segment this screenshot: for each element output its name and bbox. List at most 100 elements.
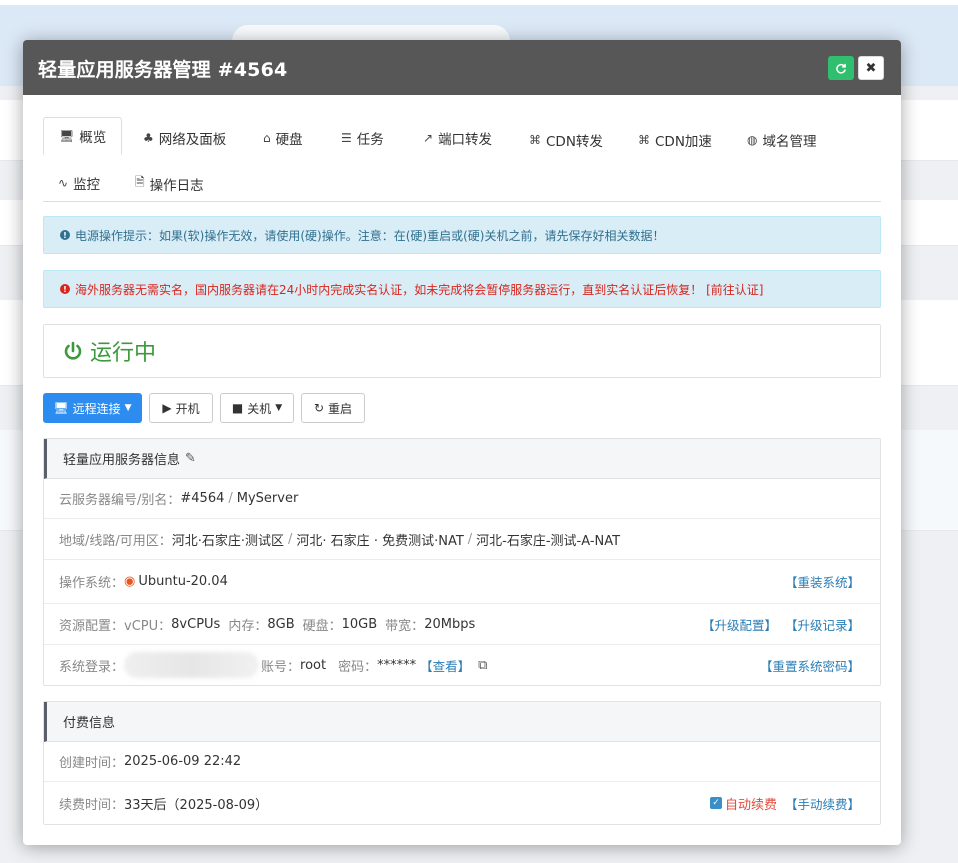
billing-panel: 付费信息 创建时间： 2025-06-09 22:42 续费时间： 33天后（2… xyxy=(43,701,881,825)
remote-label: 远程连接 xyxy=(72,401,121,416)
view-password-link[interactable]: 【查看】 xyxy=(420,656,470,675)
os-row: 操作系统： ◉ Ubuntu-20.04 【重装系统】 xyxy=(44,560,880,604)
reboot-button[interactable]: ↻ 重启 xyxy=(301,393,365,423)
auto-renew-checkbox[interactable]: ✓ 自动续费 xyxy=(709,794,777,813)
tab-cdn-forward[interactable]: ⌘ CDN转发 xyxy=(529,130,603,150)
desktop-icon: 🖥 xyxy=(59,129,75,143)
edit-icon[interactable]: ✎ xyxy=(185,451,196,466)
login-label: 系统登录： xyxy=(59,659,125,675)
tab-bar: 🖥 概览 ♣ 网络及面板 ⌂ 硬盘 ☰ 任务 ↗ 端口转发 ⌘ CDN转发 ⌘ … xyxy=(43,117,881,202)
created-row: 创建时间： 2025-06-09 22:42 xyxy=(44,742,880,782)
tab-cdn-accelerate[interactable]: ⌘ CDN加速 xyxy=(638,130,712,150)
tab-label: 端口转发 xyxy=(438,132,493,148)
mem-label: 内存： xyxy=(228,618,268,634)
command-icon: ⌘ xyxy=(638,133,650,147)
disk-label: 硬盘： xyxy=(302,618,342,634)
tab-label: 概览 xyxy=(79,130,107,146)
resource-label: 资源配置： xyxy=(59,618,125,634)
password-label: 密码： xyxy=(338,659,378,675)
refresh-icon xyxy=(836,63,846,74)
tab-label: CDN加速 xyxy=(655,134,712,150)
auto-renew-label: 自动续费 xyxy=(724,797,777,813)
realname-alert-text[interactable]: 海外服务器无需实名，国内服务器请在24小时内完成实名认证，如未完成将会暂停服务器… xyxy=(75,281,763,298)
desktop-icon: 🖥 xyxy=(53,401,69,415)
close-button[interactable]: ✖ xyxy=(858,56,884,80)
server-id-value: #4564 xyxy=(180,491,225,506)
refresh-button[interactable] xyxy=(828,56,854,80)
tab-network-panel[interactable]: ♣ 网络及面板 xyxy=(143,128,226,148)
tab-port-forward[interactable]: ↗ 端口转发 xyxy=(423,128,492,148)
reset-password-link[interactable]: 【重置系统密码】 xyxy=(760,656,860,675)
server-alias: MyServer xyxy=(236,491,299,506)
modal-header: 轻量应用服务器管理 #4564 ✖ xyxy=(23,40,901,95)
caret-down-icon: ▼ xyxy=(275,403,283,413)
upgrade-record-link[interactable]: 【升级记录】 xyxy=(785,615,860,634)
info-icon: ! xyxy=(60,230,70,240)
tab-label: 域名管理 xyxy=(762,134,817,150)
check-icon: ✓ xyxy=(709,797,722,809)
tab-tasks[interactable]: ☰ 任务 xyxy=(341,128,384,148)
mem-value: 8GB xyxy=(267,616,295,632)
created-label: 创建时间： xyxy=(59,756,125,771)
created-value: 2025-06-09 22:42 xyxy=(124,754,242,769)
info-icon: ! xyxy=(60,284,70,294)
start-button[interactable]: ▶ 开机 xyxy=(149,393,213,423)
os-label: 操作系统： xyxy=(59,576,125,591)
stop-icon: ■ xyxy=(231,401,244,415)
shutdown-label: 关机 xyxy=(247,401,272,416)
pulse-icon: ∿ xyxy=(58,176,69,190)
server-id-label: 云服务器编号/别名： xyxy=(59,493,181,508)
hdd-icon: ⌂ xyxy=(263,131,271,145)
tasks-icon: ☰ xyxy=(341,131,352,145)
redacted-address xyxy=(124,652,260,678)
login-row: 系统登录： 账号： root 密码： ****** 【查看】 ⧉ 【重置系统密码… xyxy=(44,645,880,685)
vcpu-label: vCPU： xyxy=(124,618,172,634)
disk-value: 10GB xyxy=(341,616,378,632)
line-value: 河北· 石家庄 · 免费测试·NAT xyxy=(296,533,464,549)
os-value: Ubuntu-20.04 xyxy=(138,574,228,589)
zone-value: 河北-石家庄-测试-A-NAT xyxy=(476,533,621,549)
renew-value: 33天后（2025-08-09） xyxy=(124,797,269,813)
upgrade-link[interactable]: 【升级配置】 xyxy=(702,615,777,634)
caret-down-icon: ▼ xyxy=(124,403,132,413)
shutdown-button[interactable]: ■ 关机 ▼ xyxy=(220,393,294,423)
server-info-panel: 轻量应用服务器信息 ✎ 云服务器编号/别名： #4564 / MyServer … xyxy=(43,438,881,686)
manual-renew-link[interactable]: 【手动续费】 xyxy=(785,794,860,813)
tab-overview[interactable]: 🖥 概览 xyxy=(43,117,123,155)
tab-operation-log[interactable]: 🗎 操作日志 xyxy=(135,173,204,194)
copy-icon[interactable]: ⧉ xyxy=(478,658,487,673)
billing-title: 付费信息 xyxy=(63,716,116,731)
resource-row: 资源配置： vCPU： 8vCPUs 内存： 8GB 硬盘： 10GB 带宽： … xyxy=(44,604,880,645)
account-label: 账号： xyxy=(261,659,301,675)
region-value: 河北·石家庄·测试区 xyxy=(171,533,285,549)
tab-label: 监控 xyxy=(73,177,101,193)
billing-header: 付费信息 xyxy=(44,702,880,742)
remote-connect-button[interactable]: 🖥 远程连接 ▼ xyxy=(43,393,142,423)
close-icon: ✖ xyxy=(865,60,877,76)
sitemap-icon: ♣ xyxy=(143,131,154,145)
region-row: 地域/线路/可用区： 河北·石家庄·测试区 / 河北· 石家庄 · 免费测试·N… xyxy=(44,519,880,560)
reboot-label: 重启 xyxy=(328,401,353,416)
command-icon: ⌘ xyxy=(529,133,541,147)
bandwidth-label: 带宽： xyxy=(385,618,425,634)
ubuntu-icon: ◉ xyxy=(124,574,136,589)
www-icon: ◍ xyxy=(747,133,758,147)
account-value: root xyxy=(300,657,327,673)
tab-label: CDN转发 xyxy=(546,134,603,150)
server-info-title: 轻量应用服务器信息 xyxy=(63,453,181,468)
tab-label: 操作日志 xyxy=(149,177,204,194)
power-icon xyxy=(64,341,82,360)
realname-alert: ! 海外服务器无需实名，国内服务器请在24小时内完成实名认证，如未完成将会暂停服… xyxy=(43,270,881,308)
tab-domain[interactable]: ◍ 域名管理 xyxy=(747,130,816,150)
refresh-icon: ↻ xyxy=(313,401,325,415)
play-icon: ▶ xyxy=(162,401,172,415)
tab-monitor[interactable]: ∿ 监控 xyxy=(58,173,100,193)
server-id-row: 云服务器编号/别名： #4564 / MyServer xyxy=(44,479,880,519)
modal-title: 轻量应用服务器管理 #4564 xyxy=(38,59,288,81)
reinstall-link[interactable]: 【重装系统】 xyxy=(785,572,860,591)
server-info-header: 轻量应用服务器信息 ✎ xyxy=(44,439,880,479)
tab-disk[interactable]: ⌂ 硬盘 xyxy=(263,128,303,148)
renew-label: 续费时间： xyxy=(59,797,125,813)
vcpu-value: 8vCPUs xyxy=(171,616,221,632)
status-text: 运行中 xyxy=(90,341,157,366)
